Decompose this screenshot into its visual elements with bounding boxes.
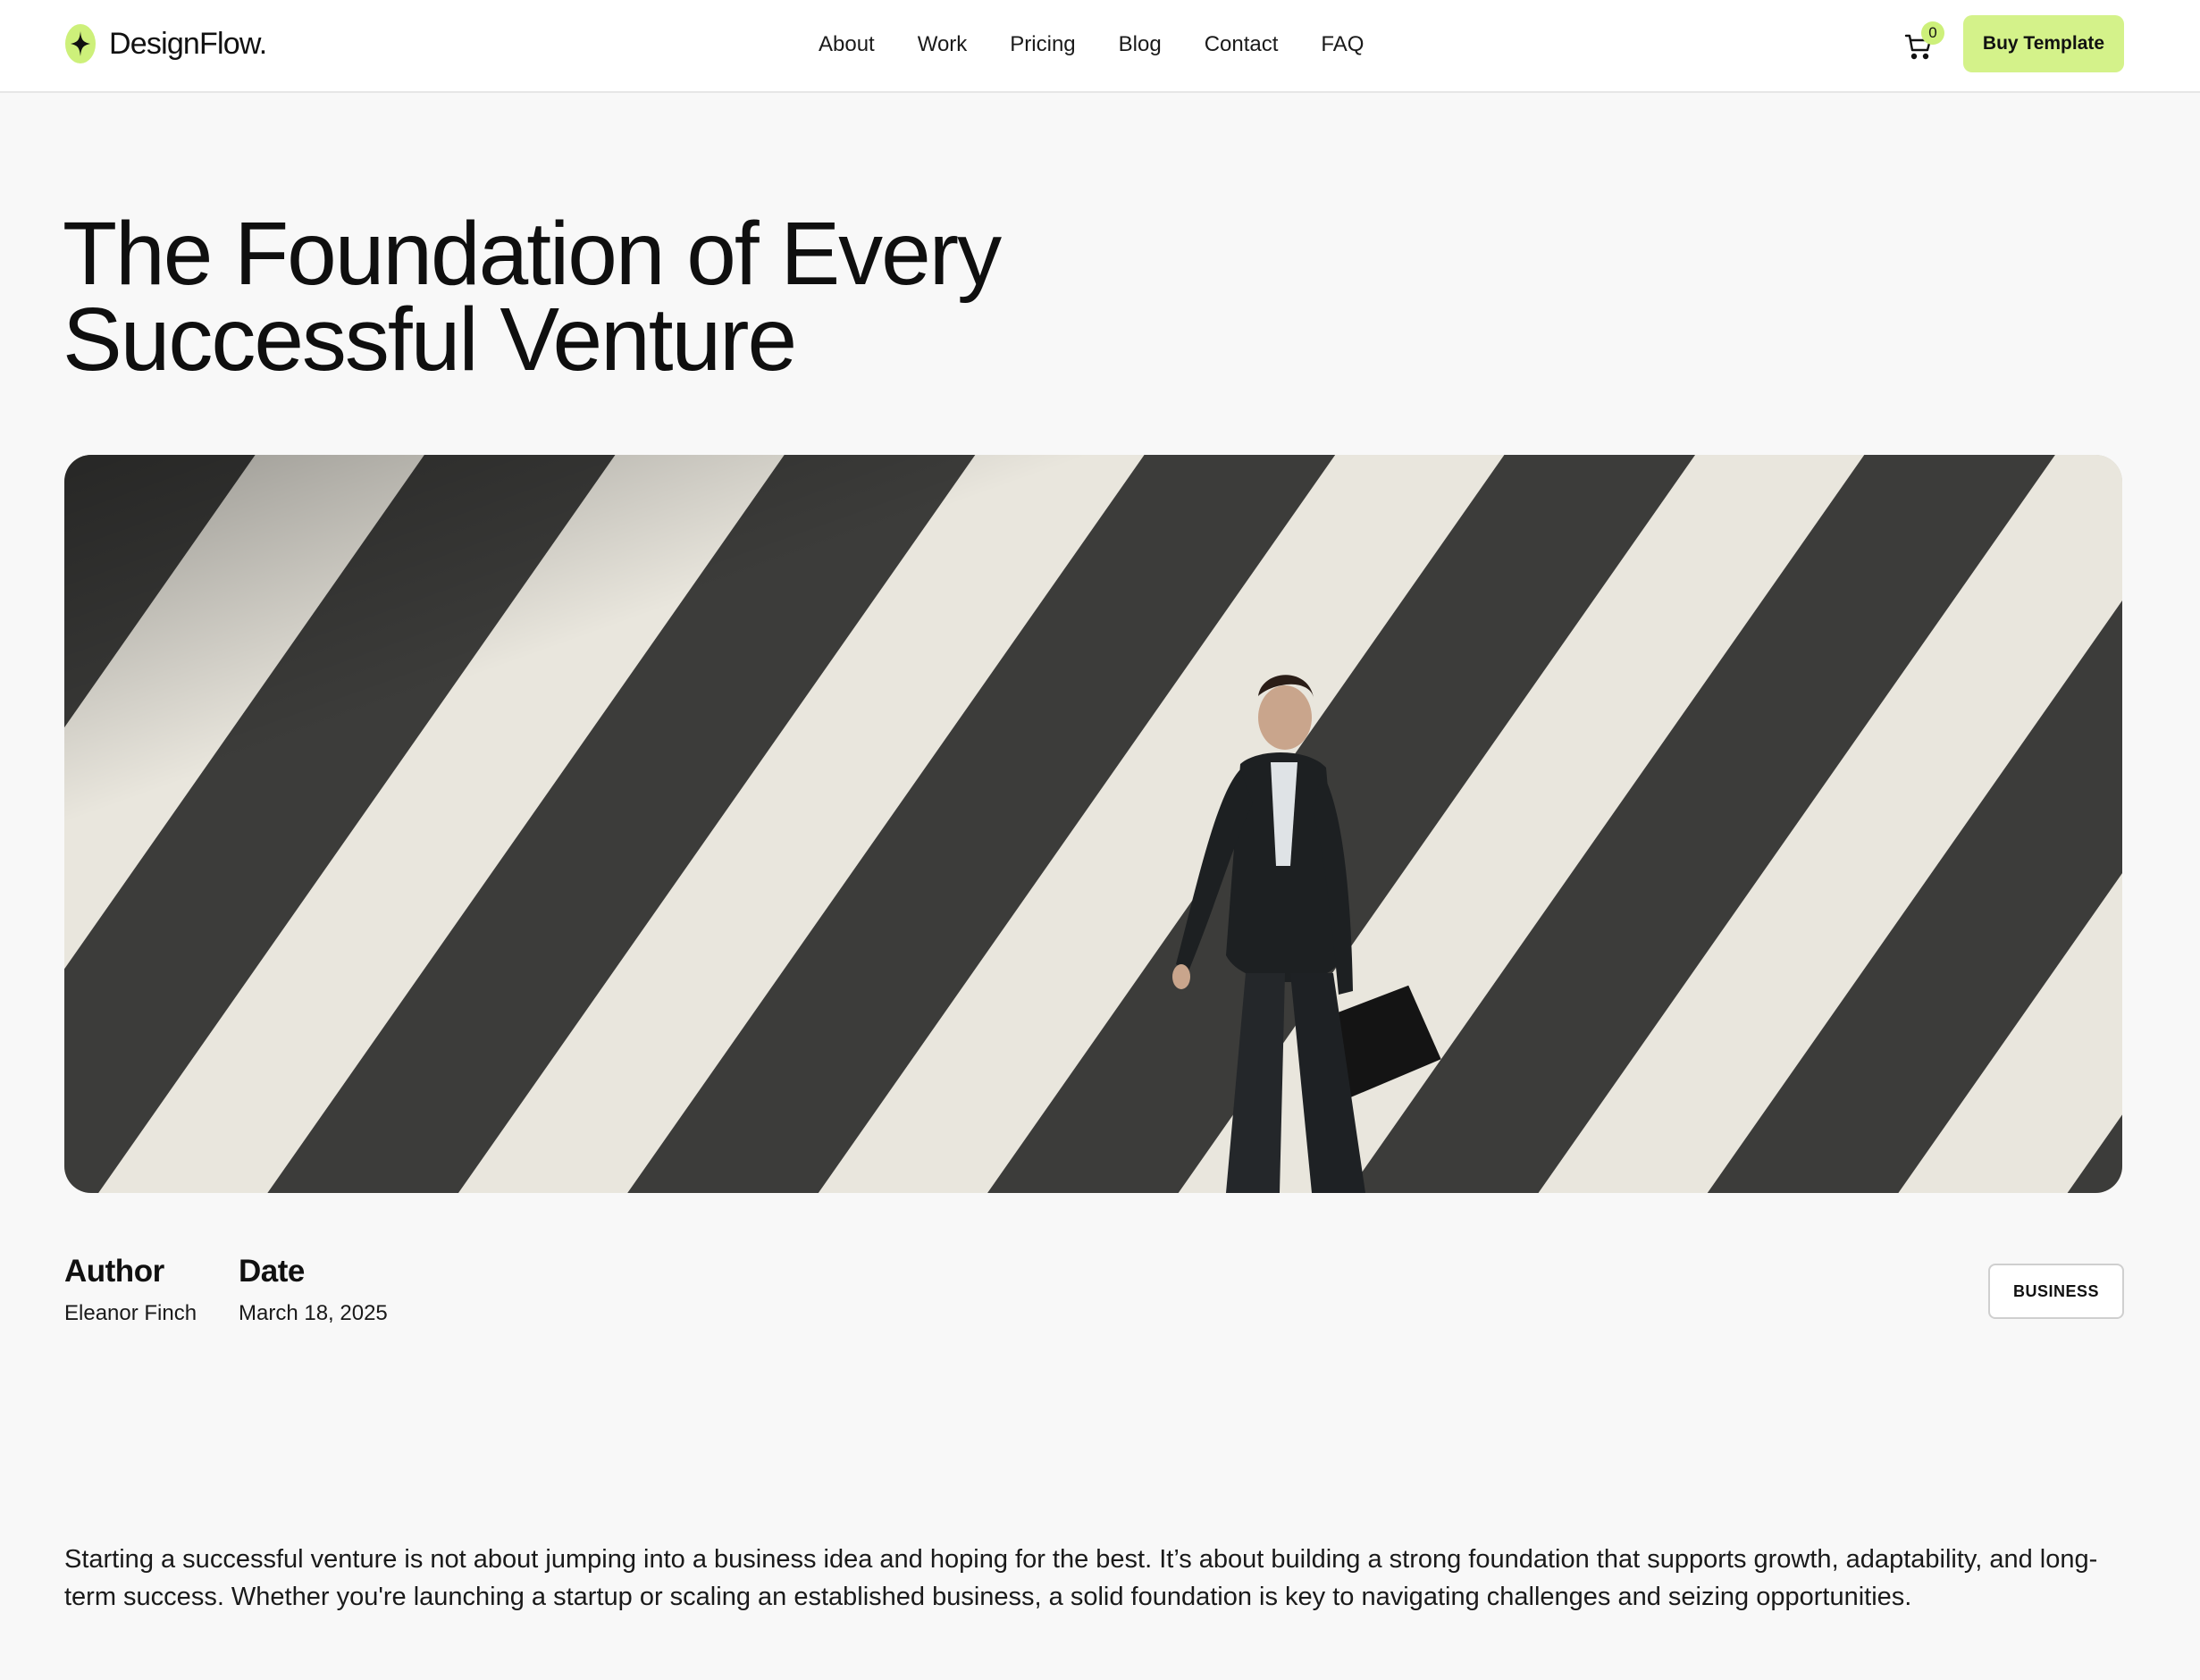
date-label: Date xyxy=(239,1254,305,1289)
author-block: Author Eleanor Finch xyxy=(64,1255,197,1328)
author-name: Eleanor Finch xyxy=(64,1301,197,1325)
nav-faq[interactable]: FAQ xyxy=(1321,29,1364,61)
brand-logo[interactable]: DesignFlow. xyxy=(64,23,267,64)
buy-template-button[interactable]: Buy Template xyxy=(1963,15,2124,72)
nav-blog[interactable]: Blog xyxy=(1119,29,1162,61)
date-block: Date March 18, 2025 xyxy=(239,1255,388,1328)
brand-name: DesignFlow. xyxy=(109,26,267,61)
hero-image xyxy=(64,455,2122,1193)
nav-contact[interactable]: Contact xyxy=(1205,29,1279,61)
article-title-line-2: Successful Venture xyxy=(63,290,797,390)
nav-pricing[interactable]: Pricing xyxy=(1010,29,1075,61)
crosswalk-photo xyxy=(64,455,2122,1193)
site-header: DesignFlow. About Work Pricing Blog Cont… xyxy=(0,0,2200,93)
cart-button[interactable]: 0 xyxy=(1902,21,1944,68)
article-title: The Foundation of Every Successful Ventu… xyxy=(63,209,1135,384)
nav-about[interactable]: About xyxy=(819,29,875,61)
sparkle-icon xyxy=(65,24,96,63)
date-value: March 18, 2025 xyxy=(239,1301,388,1325)
main-nav: About Work Pricing Blog Contact FAQ xyxy=(819,29,1364,61)
category-tag[interactable]: BUSINESS xyxy=(1988,1264,2124,1319)
author-label: Author xyxy=(64,1254,164,1289)
nav-work[interactable]: Work xyxy=(918,29,968,61)
article-intro-paragraph: Starting a successful venture is not abo… xyxy=(64,1545,2098,1611)
cart-count-badge: 0 xyxy=(1921,21,1944,45)
